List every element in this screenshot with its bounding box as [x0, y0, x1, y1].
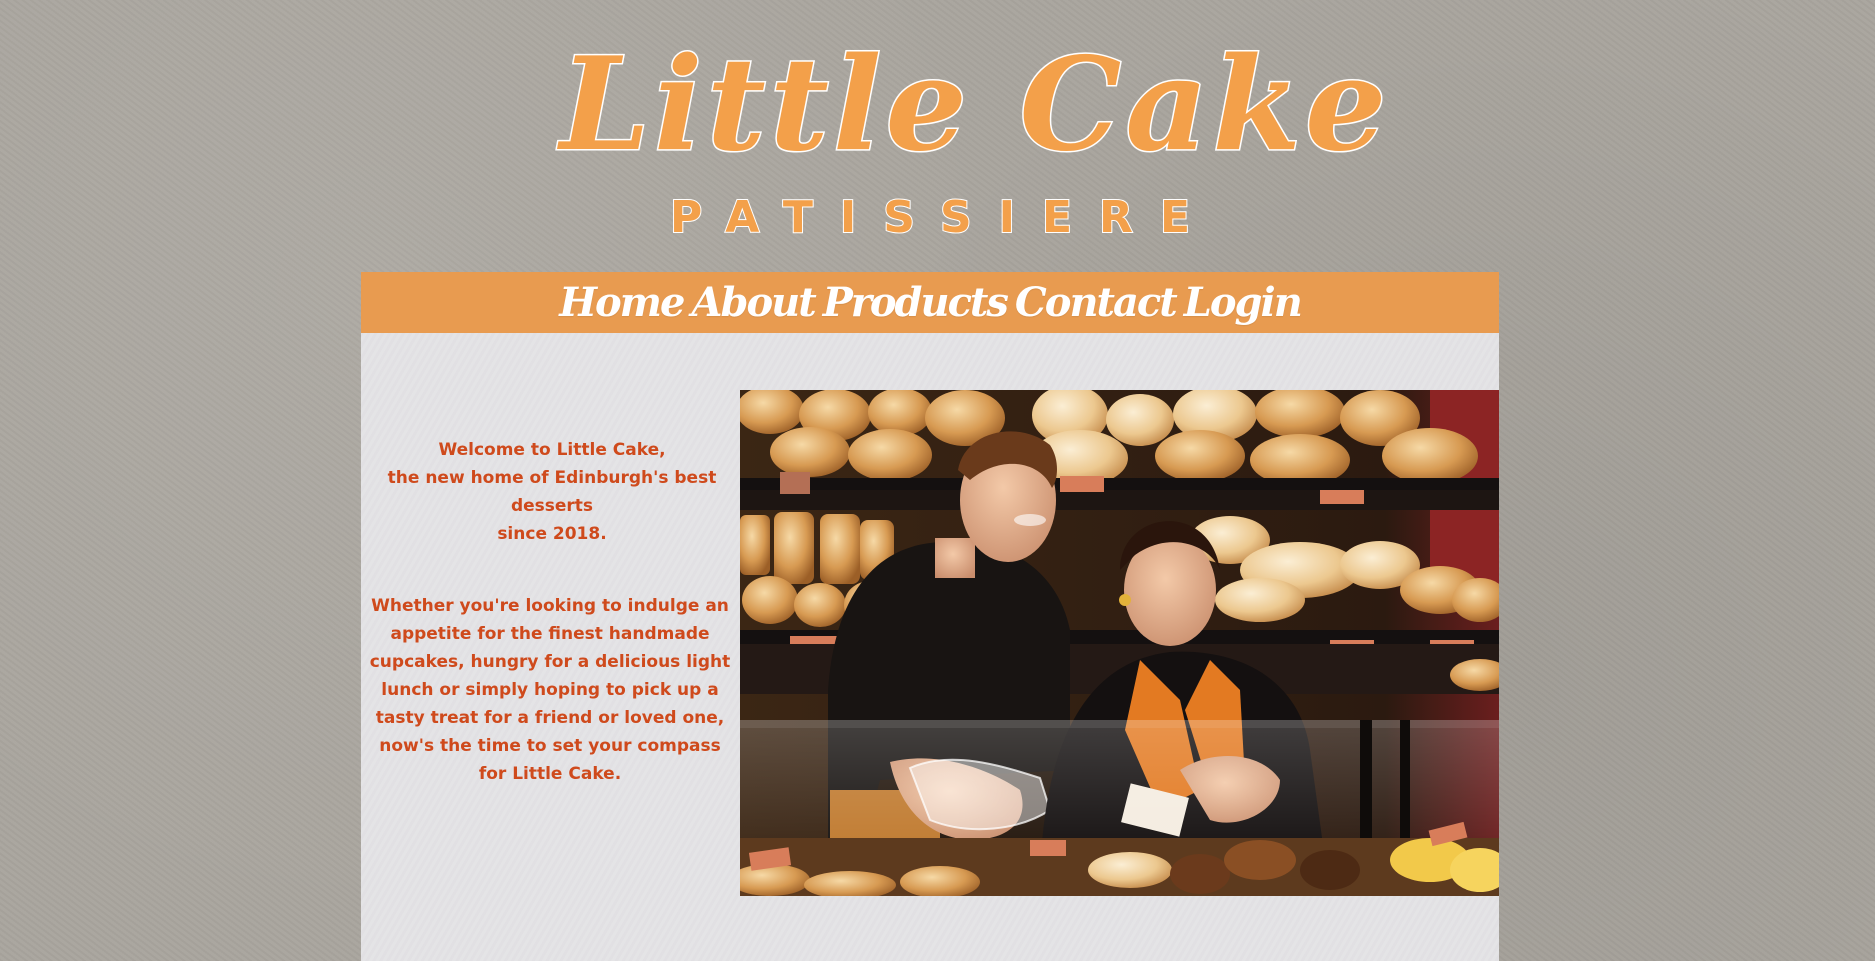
- nav-products-link[interactable]: Products: [823, 272, 1009, 333]
- site-logo[interactable]: Little Cake PATISSIERE: [559, 29, 1391, 245]
- main-navigation: Home About Products Contact Login: [361, 272, 1499, 333]
- nav-home-link[interactable]: Home: [559, 272, 685, 333]
- welcome-line-2: the new home of Edinburgh's best dessert…: [387, 468, 717, 516]
- welcome-line-1: Welcome to Little Cake,: [438, 440, 666, 460]
- nav-login-link[interactable]: Login: [1184, 272, 1303, 333]
- bakery-staff-photo: [740, 390, 1499, 896]
- intro-paragraph: Whether you're looking to indulge an app…: [369, 596, 731, 784]
- nav-about-link[interactable]: About: [691, 272, 816, 333]
- logo-title: Little Cake: [559, 29, 1391, 182]
- content-panel: Home About Products Contact Login Welcome to…: [361, 272, 1499, 961]
- welcome-line-3: since 2018.: [497, 524, 607, 544]
- welcome-message: Welcome to Little Cake, the new home of …: [367, 436, 737, 548]
- logo-subtitle: PATISSIERE: [669, 191, 1217, 244]
- nav-contact-link[interactable]: Contact: [1015, 272, 1178, 333]
